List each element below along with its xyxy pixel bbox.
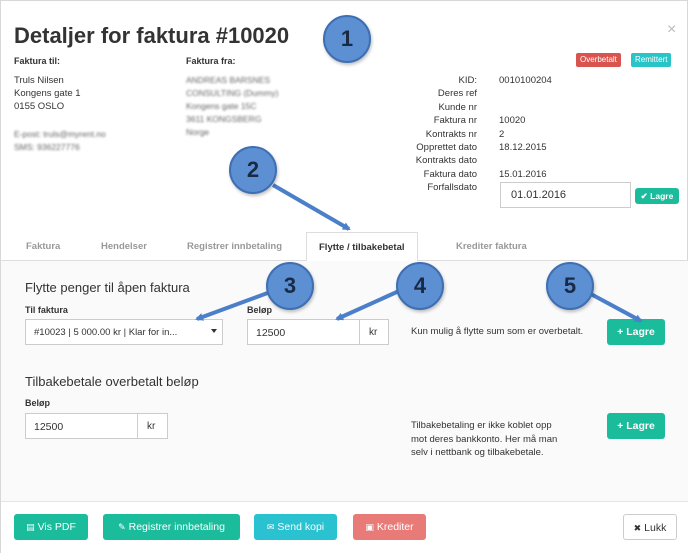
invoice-from-label: Faktura fra: (186, 56, 236, 66)
address-line: Truls Nilsen (14, 75, 64, 86)
invoice-to-address: Truls Nilsen Kongens gate 1 0155 OSLO (14, 74, 81, 113)
address-line: ANDREAS BARSNES (186, 75, 271, 85)
send-copy-button[interactable]: ✉ Send kopi (254, 514, 337, 540)
address-line: Norge (186, 127, 210, 137)
refund-amount-label: Beløp (25, 398, 51, 408)
envelope-icon: ✉ (266, 522, 275, 532)
refund-currency-addon: kr (137, 413, 168, 439)
move-currency-addon: kr (359, 319, 389, 345)
invoice-from-address: ANDREAS BARSNES CONSULTING (Dummy) Konge… (186, 74, 278, 139)
edit-icon: ✎ (118, 522, 126, 532)
callout-2: 2 (229, 146, 277, 194)
status-badge-remittert: Remittert (631, 53, 672, 67)
detail-value-kontrakts-nr: 2 (499, 128, 505, 140)
show-pdf-label: Vis PDF (37, 521, 76, 533)
contact-email: E-post: truls@myrent.no (14, 129, 106, 139)
close-icon: ✖ (633, 523, 642, 533)
detail-value-kontrakts-dato (499, 154, 552, 167)
modal-title: Detaljer for faktura #10020 (14, 23, 290, 48)
tab-bar: Faktura Hendelser Registrer innbetaling … (1, 232, 688, 262)
move-section-title: Flytte penger til åpen faktura (25, 280, 190, 295)
refund-amount-input[interactable]: 12500 (25, 413, 138, 439)
details-values: 0010100204 10020 2 18.12.2015 15.01.2016 (499, 74, 552, 181)
callout-5: 5 (546, 262, 594, 310)
contact-sms: SMS: 936227776 (14, 142, 80, 152)
detail-key: Faktura nr (433, 115, 477, 127)
close-icon[interactable]: × (667, 21, 676, 39)
detail-value-deres-ref (499, 87, 552, 100)
detail-key: Kontrakts dato (415, 155, 477, 167)
detail-value-faktura-dato: 15.01.2016 (499, 168, 547, 180)
register-payment-label: Registrer innbetaling (128, 521, 225, 533)
tab-registrer-innbetaling[interactable]: Registrer innbetaling (187, 232, 282, 261)
detail-value-opprettet-dato: 18.12.2015 (499, 142, 547, 153)
gift-icon: ▣ (365, 522, 374, 532)
file-pdf-icon: ▤ (26, 522, 35, 532)
refund-save-button[interactable]: + Lagre (607, 413, 665, 439)
address-line: Kongens gate 1 (14, 88, 81, 99)
status-badge-overbetalt: Overbetalt (576, 53, 621, 67)
detail-key: Opprettet dato (416, 142, 477, 154)
invoice-to-contact: E-post: truls@myrent.no SMS: 936227776 (14, 128, 106, 154)
register-payment-button[interactable]: ✎ Registrer innbetaling (103, 514, 240, 540)
refund-note: Tilbakebetaling er ikke koblet opp mot d… (411, 420, 558, 458)
move-note: Kun mulig å flytte sum som er overbetalt… (411, 326, 584, 337)
detail-key: KID: (458, 75, 477, 86)
detail-key: Faktura dato (423, 168, 477, 180)
tab-faktura[interactable]: Faktura (26, 232, 60, 261)
to-invoice-label: Til faktura (25, 305, 68, 315)
move-amount-label: Beløp (247, 305, 273, 315)
callout-3: 3 (266, 262, 314, 310)
details-keys: KID: Deres ref Kunde nr Faktura nr Kontr… (401, 74, 477, 195)
credit-label: Krediter (376, 521, 414, 533)
send-copy-label: Send kopi (277, 521, 325, 533)
save-due-date-button[interactable]: ✔ Lagre (635, 188, 679, 204)
detail-key: Kontrakts nr (425, 128, 477, 140)
tab-krediter-faktura[interactable]: Krediter faktura (456, 232, 527, 261)
close-button[interactable]: ✖ Lukk (623, 514, 677, 540)
tab-flytte-tilbakebetal[interactable]: Flytte / tilbakebetal (306, 232, 418, 262)
invoice-details-modal: Detaljer for faktura #10020 × Overbetalt… (0, 0, 688, 553)
detail-value-kunde-nr (499, 101, 552, 114)
address-line: 3611 KONGSBERG (186, 114, 262, 124)
refund-section-title: Tilbakebetale overbetalt beløp (25, 374, 199, 389)
move-save-button[interactable]: + Lagre (607, 319, 665, 345)
detail-key: Forfallsdato (427, 182, 477, 194)
address-line: Kongens gate 15C (186, 101, 257, 111)
invoice-to-label: Faktura til: (14, 56, 61, 66)
show-pdf-button[interactable]: ▤ Vis PDF (14, 514, 88, 540)
move-amount-input[interactable]: 12500 (247, 319, 360, 345)
address-line: 0155 OSLO (14, 101, 65, 112)
address-line: CONSULTING (Dummy) (186, 88, 279, 98)
detail-key: Deres ref (437, 88, 477, 100)
detail-key: Kunde nr (438, 101, 477, 113)
detail-value-kid: 0010100204 (499, 75, 552, 86)
callout-4: 4 (396, 262, 444, 310)
caret-down-icon (211, 329, 217, 333)
credit-button[interactable]: ▣ Krediter (353, 514, 426, 540)
close-label: Lukk (644, 522, 667, 534)
tab-hendelser[interactable]: Hendelser (101, 232, 147, 261)
to-invoice-select[interactable]: #10023 | 5 000.00 kr | Klar for in... (25, 319, 223, 345)
arrow-2 (271, 183, 351, 231)
detail-value-faktura-nr: 10020 (499, 115, 526, 127)
to-invoice-value: #10023 | 5 000.00 kr | Klar for in... (34, 327, 178, 338)
callout-1: 1 (323, 15, 371, 63)
due-date-input[interactable]: 01.01.2016 (500, 182, 631, 208)
